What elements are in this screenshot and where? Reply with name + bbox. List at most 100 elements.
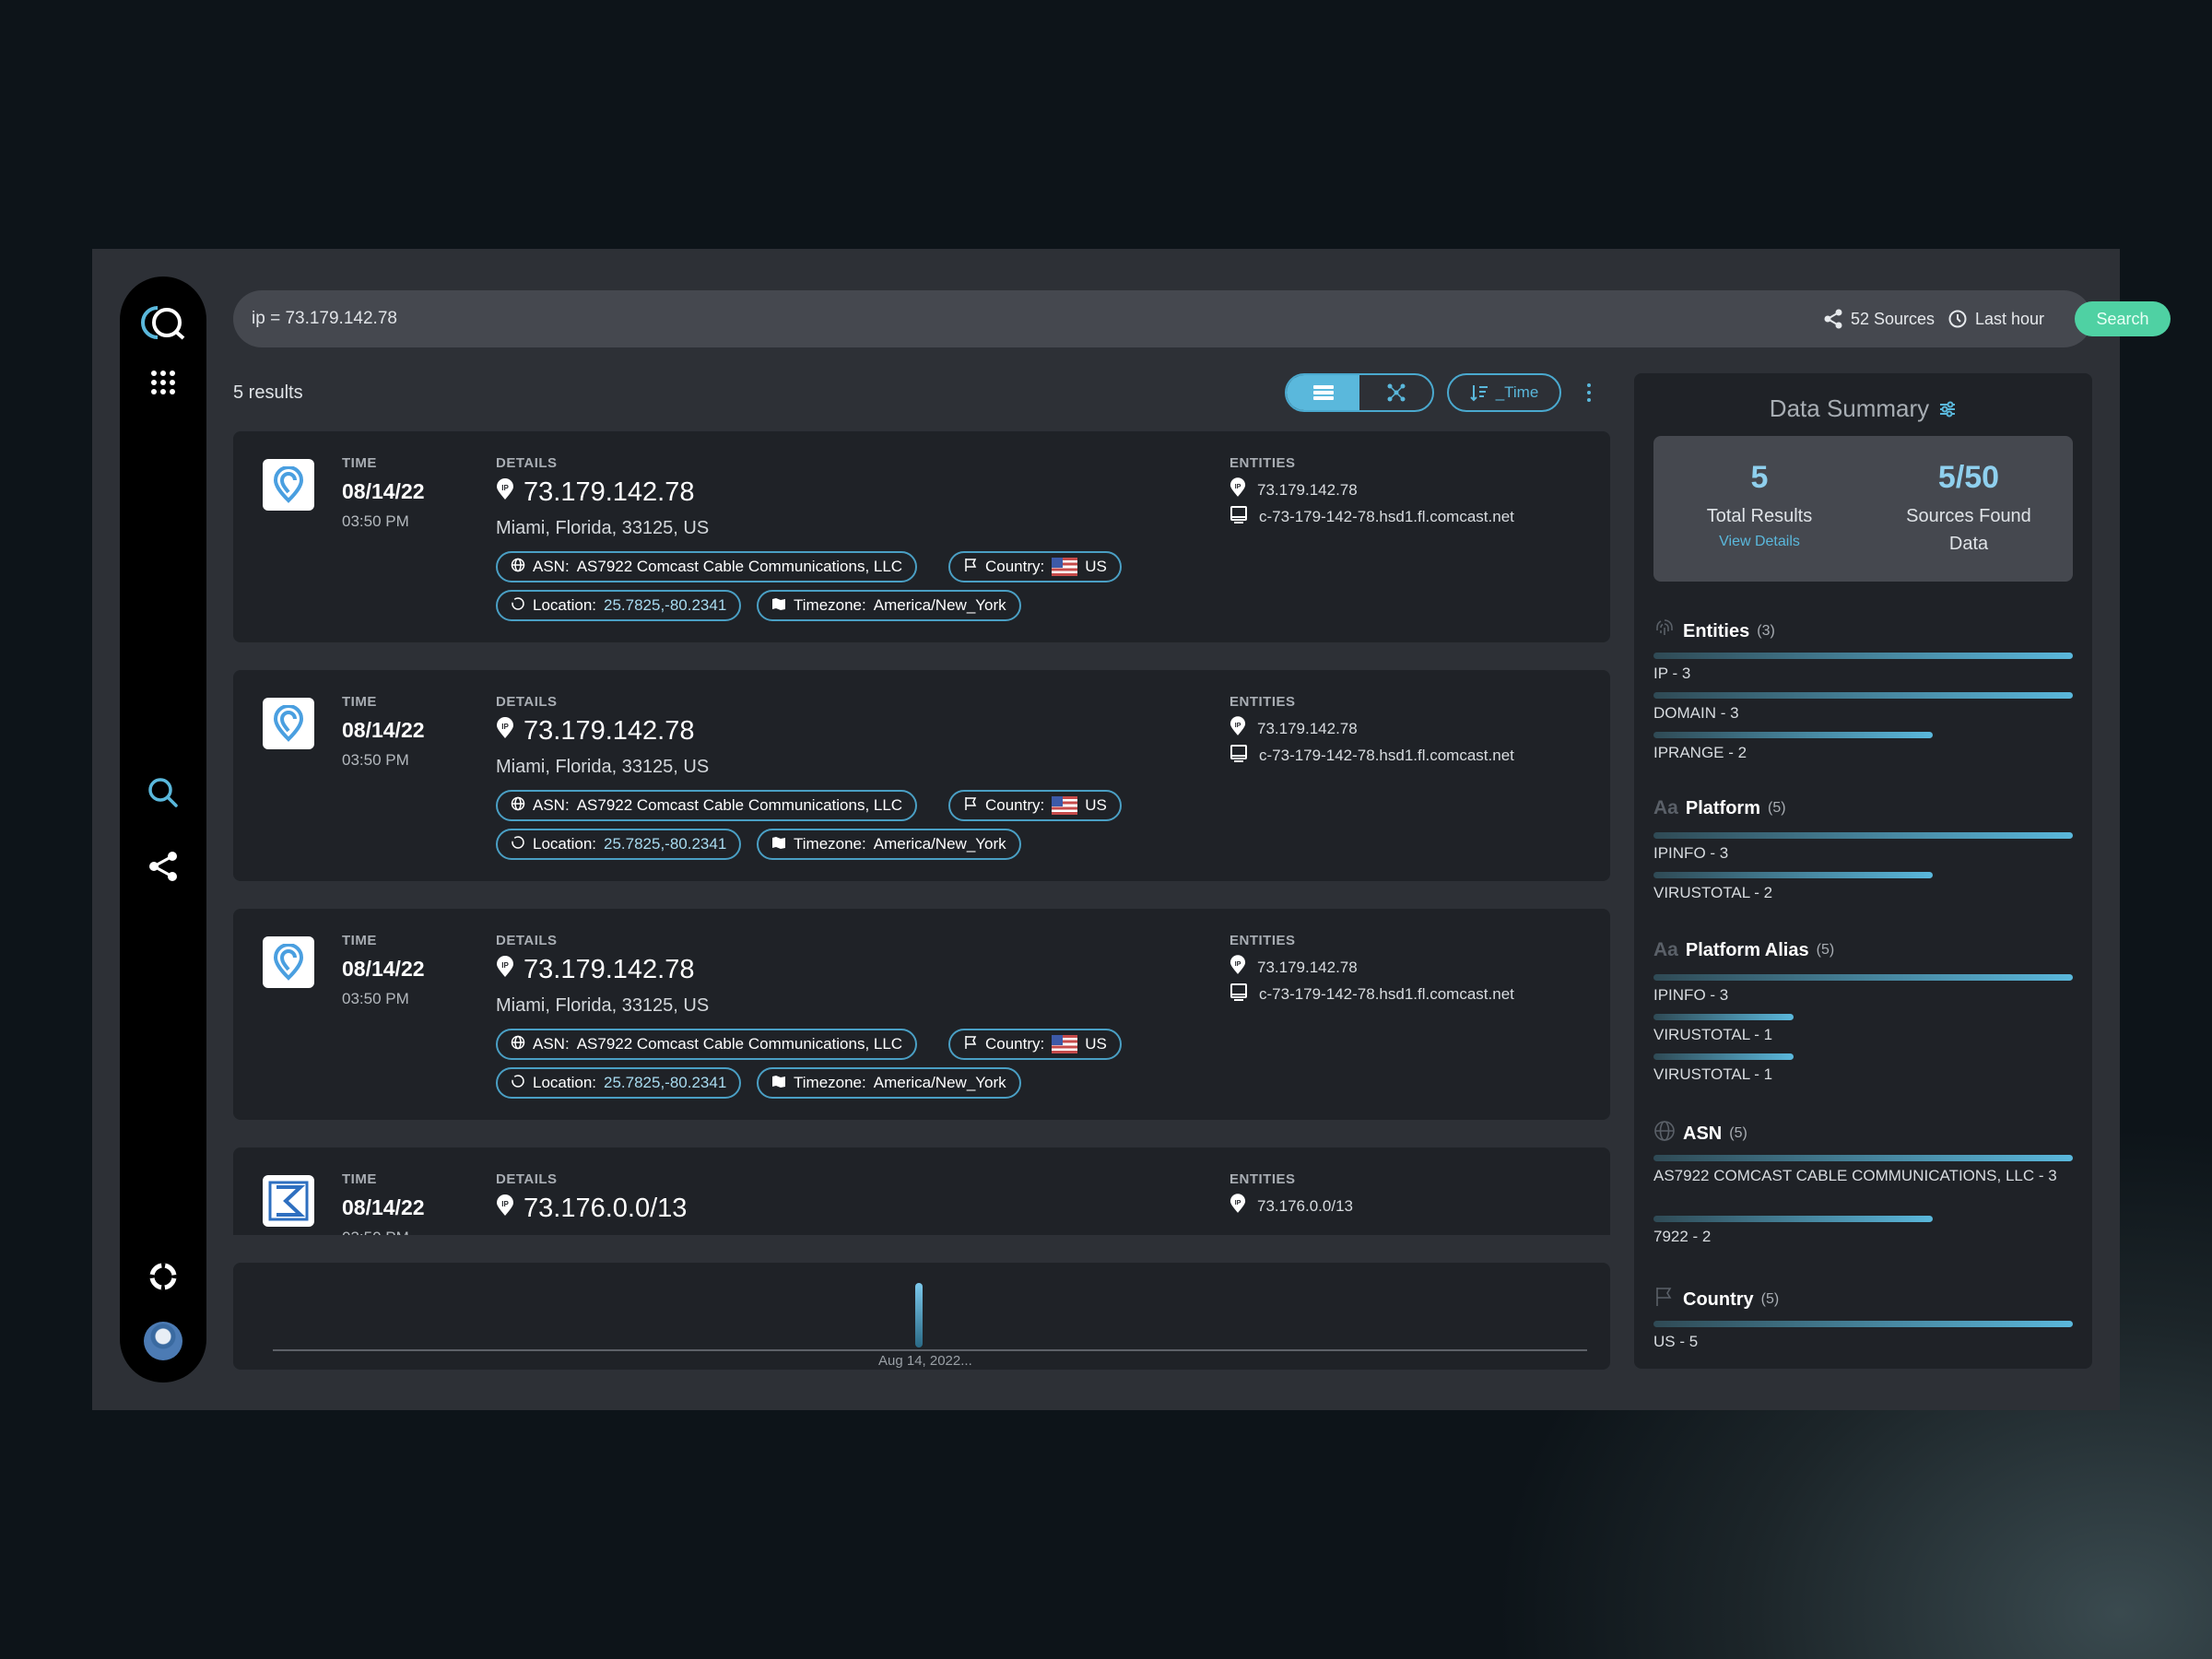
globe-icon [1653, 1120, 1676, 1147]
entity-ip[interactable]: IP 73.176.0.0/13 [1230, 1194, 1353, 1218]
country-value: US [1085, 796, 1107, 814]
country-value: US [1085, 1035, 1107, 1053]
timezone-value: America/New_York [873, 1074, 1006, 1091]
apps-grid-icon[interactable] [120, 364, 206, 401]
globe-icon [511, 558, 525, 577]
flag-icon [963, 558, 978, 577]
timeline-axis [273, 1349, 1587, 1351]
summary-bar[interactable] [1653, 832, 2073, 839]
share-graph-icon[interactable] [120, 843, 206, 889]
host-icon [1230, 982, 1248, 1006]
avatar[interactable] [120, 1318, 206, 1364]
summary-bar[interactable] [1653, 1053, 1794, 1060]
graph-view-button[interactable] [1359, 375, 1432, 410]
country-chip[interactable]: Country: US [948, 551, 1122, 582]
ip-value: 73.179.142.78 [524, 955, 695, 984]
summary-section-country[interactable]: Country (5) [1653, 1286, 1779, 1313]
search-button[interactable]: Search [2075, 301, 2171, 336]
country-chip[interactable]: Country: US [948, 790, 1122, 821]
summary-bar[interactable] [1653, 653, 2073, 659]
section-count: (5) [1816, 942, 1835, 958]
details-label: DETAILS [496, 1171, 558, 1187]
summary-bar[interactable] [1653, 872, 1933, 878]
search-input[interactable]: ip = 73.179.142.78 [252, 290, 397, 347]
summary-bar[interactable] [1653, 1321, 2073, 1327]
location-icon [511, 596, 525, 616]
svg-text:IP: IP [1235, 721, 1241, 729]
help-lifebuoy-icon[interactable] [120, 1253, 206, 1300]
ip-pin-icon: IP [496, 955, 514, 985]
timezone-chip[interactable]: Timezone: America/New_York [757, 829, 1021, 860]
location-chip[interactable]: Location: 25.7825,-80.2341 [496, 590, 742, 621]
asn-chip[interactable]: ASN: AS7922 Comcast Cable Communications,… [496, 551, 918, 582]
section-title: ASN [1683, 1123, 1723, 1144]
summary-section-asn[interactable]: ASN (5) [1653, 1120, 1747, 1147]
summary-bar[interactable] [1653, 1014, 1794, 1020]
sources-selector[interactable]: 52 Sources [1823, 290, 1935, 347]
search-bar[interactable]: ip = 73.179.142.78 52 Sources Last hour … [233, 290, 2171, 347]
entity-host[interactable]: c-73-179-142-78.hsd1.fl.comcast.net [1230, 982, 1514, 1006]
asn-chip[interactable]: ASN: AS7922 Comcast Cable Communications,… [496, 1029, 918, 1060]
more-options-icon[interactable] [1580, 378, 1598, 407]
summary-bar[interactable] [1653, 974, 2073, 981]
result-ip[interactable]: IP 73.179.142.78 [496, 955, 694, 985]
summary-title: Data Summary [1634, 394, 2092, 423]
entity-ip[interactable]: IP 73.179.142.78 [1230, 955, 1358, 980]
timezone-prefix: Timezone: [794, 596, 866, 614]
summary-stats: 5 Total Results View Details 5/50 Source… [1653, 436, 2073, 582]
entity-host-value: c-73-179-142-78.hsd1.fl.comcast.net [1259, 984, 1514, 1003]
us-flag-icon [1052, 796, 1078, 815]
summary-bar[interactable] [1653, 692, 2073, 699]
summary-bar[interactable] [1653, 1155, 2073, 1161]
result-card[interactable]: TIME 08/14/22 03:50 PM DETAILS IP 73.179.142.… [233, 909, 1610, 1120]
result-card[interactable]: TIME 08/14/22 03:50 PM DETAILS IP 73.179.142.… [233, 670, 1610, 881]
result-ip[interactable]: IP 73.179.142.78 [496, 477, 694, 508]
ip-pin-icon: IP [496, 716, 514, 747]
list-icon [1312, 385, 1334, 400]
coords-value: 25.7825,-80.2341 [604, 596, 727, 614]
sort-button[interactable]: _Time [1447, 373, 1561, 412]
location-chip[interactable]: Location: 25.7825,-80.2341 [496, 1067, 742, 1099]
summary-section-entities[interactable]: Entities (3) [1653, 618, 1775, 645]
result-location: Miami, Florida, 33125, US [496, 995, 710, 1016]
country-chip[interactable]: Country: US [948, 1029, 1122, 1060]
globe-icon [511, 1035, 525, 1054]
entity-ip[interactable]: IP 73.179.142.78 [1230, 716, 1358, 741]
result-location: Miami, Florida, 33125, US [496, 757, 710, 777]
timezone-value: America/New_York [873, 596, 1006, 614]
timezone-chip[interactable]: Timezone: America/New_York [757, 1067, 1021, 1099]
summary-bar-label: 7922 - 2 [1653, 1228, 1712, 1245]
summary-bar[interactable] [1653, 1216, 1933, 1222]
svg-text:IP: IP [1235, 959, 1241, 968]
result-ip[interactable]: IP 73.179.142.78 [496, 716, 694, 747]
details-label: DETAILS [496, 694, 558, 710]
font-icon: Aa [1653, 939, 1678, 960]
summary-section-platform-alias[interactable]: Aa Platform Alias (5) [1653, 939, 1834, 961]
filter-sliders-icon[interactable] [1938, 400, 1957, 418]
summary-section-platform[interactable]: Aa Platform (5) [1653, 797, 1786, 819]
asn-chip[interactable]: ASN: AS7922 Comcast Cable Communications,… [496, 790, 918, 821]
result-date: 08/14/22 [342, 718, 425, 742]
summary-bar-label: VIRUSTOTAL - 1 [1653, 1065, 1773, 1083]
timezone-chip[interactable]: Timezone: America/New_York [757, 590, 1021, 621]
entities-label: ENTITIES [1230, 694, 1296, 710]
entity-host[interactable]: c-73-179-142-78.hsd1.fl.comcast.net [1230, 744, 1514, 767]
ip-pin-icon: IP [1230, 1194, 1246, 1218]
entity-ip[interactable]: IP 73.179.142.78 [1230, 477, 1358, 502]
location-prefix: Location: [533, 835, 596, 853]
list-view-button[interactable] [1287, 375, 1359, 410]
view-details-link[interactable]: View Details [1667, 534, 1852, 550]
summary-bar[interactable] [1653, 732, 1933, 738]
ip-value: 73.179.142.78 [524, 716, 695, 746]
time-range-selector[interactable]: Last hour [1947, 290, 2044, 347]
view-toggle[interactable] [1285, 373, 1434, 412]
entity-host[interactable]: c-73-179-142-78.hsd1.fl.comcast.net [1230, 505, 1514, 528]
result-card[interactable]: TIME 08/14/22 03:50 PM DETAILS IP 73.179.142.… [233, 431, 1610, 642]
timeline-bar[interactable] [915, 1283, 923, 1347]
result-ip[interactable]: IP 73.176.0.0/13 [496, 1194, 687, 1224]
timeline-histogram[interactable]: Aug 14, 2022... [233, 1263, 1610, 1370]
result-card[interactable]: TIME 08/14/22 03:50 PM DETAILS IP 73.176.0.0/… [233, 1147, 1610, 1235]
location-chip[interactable]: Location: 25.7825,-80.2341 [496, 829, 742, 860]
app-logo-icon[interactable] [120, 300, 206, 346]
search-icon[interactable] [120, 770, 206, 816]
